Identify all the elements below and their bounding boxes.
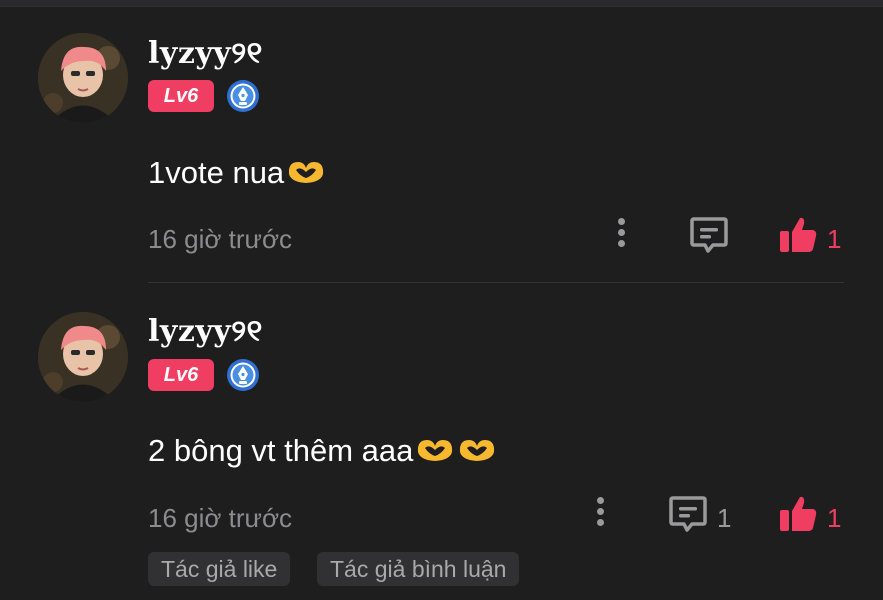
thumbs-up-icon[interactable] <box>778 215 818 255</box>
comment-text: 1vote nua <box>148 155 326 194</box>
username[interactable]: lyzyy୨୧ <box>148 36 263 71</box>
top-divider <box>0 0 883 7</box>
heart-hands-emoji-icon <box>415 434 455 472</box>
level-badge: Lv6 <box>148 359 214 391</box>
timestamp: 16 giờ trước <box>148 224 292 254</box>
author-like-tag: Tác giả like <box>148 552 291 586</box>
comment-text-content: 1vote nua <box>148 155 285 190</box>
comment-text-content: 2 bông vt thêm aaa <box>148 433 414 468</box>
like-count: 1 <box>827 503 842 533</box>
like-count: 1 <box>827 224 842 254</box>
avatar[interactable] <box>38 33 128 123</box>
heart-hands-emoji-icon <box>457 434 497 472</box>
thumbs-up-icon[interactable] <box>778 494 818 534</box>
username[interactable]: lyzyy୨୧ <box>148 314 263 349</box>
pen-badge-icon <box>226 358 260 392</box>
level-badge: Lv6 <box>148 80 214 112</box>
comment-bubble-icon[interactable] <box>668 494 708 534</box>
comment-divider <box>148 282 844 283</box>
comment-text: 2 bông vt thêm aaa <box>148 433 497 472</box>
heart-hands-emoji-icon <box>286 156 326 194</box>
avatar[interactable] <box>38 312 128 402</box>
more-vertical-icon[interactable] <box>614 218 628 254</box>
author-reply-tag: Tác giả bình luận <box>317 552 520 586</box>
pen-badge-icon <box>226 79 260 113</box>
timestamp: 16 giờ trước <box>148 503 292 533</box>
more-vertical-icon[interactable] <box>593 497 607 533</box>
comment-bubble-icon[interactable] <box>689 215 729 255</box>
reply-count: 1 <box>717 503 732 533</box>
